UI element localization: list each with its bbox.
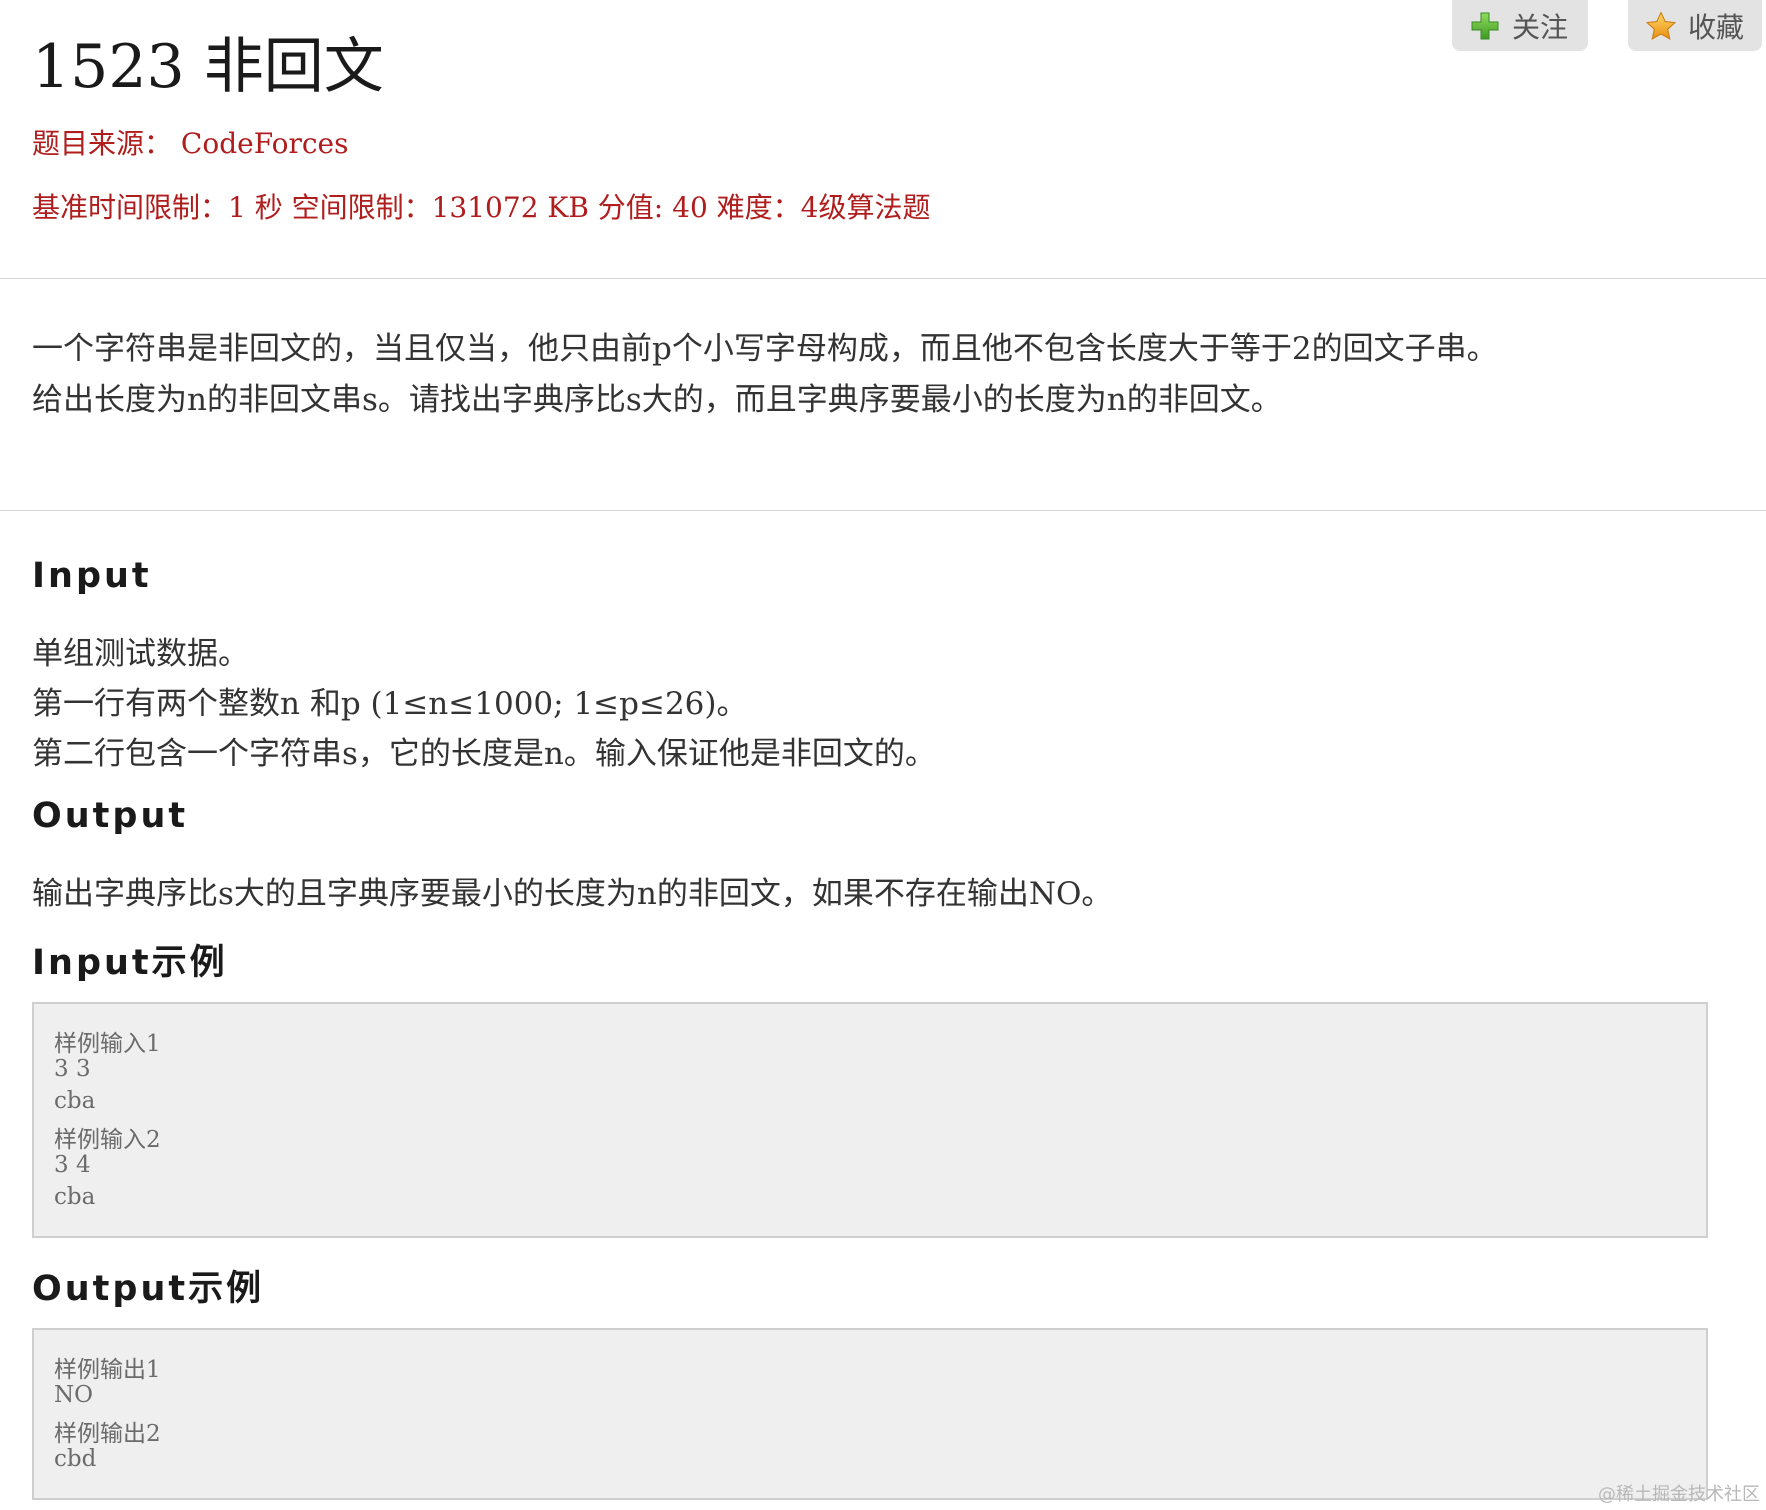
input-line: 第二行包含一个字符串s，它的长度是n。输入保证他是非回文的。 — [32, 736, 936, 772]
page-title: 1523 非回文 — [32, 32, 384, 102]
follow-label: 关注 — [1512, 10, 1569, 44]
watermark: @稀土掘金技术社区 — [1598, 1484, 1760, 1505]
sample-line: NO — [54, 1382, 93, 1408]
source-label: 题目来源： — [32, 127, 173, 160]
input-example-heading: Input示例 — [32, 943, 228, 983]
problem-limits: 基准时间限制：1 秒 空间限制：131072 KB 分值: 40 难度：4级算法… — [32, 191, 931, 224]
problem-source: 题目来源： CodeForces — [32, 122, 348, 162]
description-line: 一个字符串是非回文的，当且仅当，他只由前p个小写字母构成，而且他不包含长度大于等… — [32, 331, 1498, 367]
output-example-heading: Output示例 — [32, 1269, 265, 1309]
follow-button[interactable]: 关注 — [1452, 0, 1588, 51]
favorite-button[interactable]: 收藏 — [1628, 0, 1762, 51]
output-line: 输出字典序比s大的且字典序要最小的长度为n的非回文，如果不存在输出NO。 — [32, 876, 1113, 912]
output-heading: Output — [32, 796, 189, 836]
sample-line: cba — [54, 1184, 96, 1210]
plus-icon — [1471, 12, 1499, 39]
sample-line: 3 4 — [54, 1152, 91, 1178]
sample-line: 3 3 — [54, 1056, 91, 1082]
star-icon — [1646, 10, 1676, 40]
input-line: 第一行有两个整数n 和p (1≤n≤1000; 1≤p≤26)。 — [32, 686, 748, 722]
sample-line: 样例输入1 — [54, 1031, 161, 1057]
input-heading: Input — [32, 556, 152, 596]
sample-line: cba — [54, 1088, 96, 1114]
sample-line: 样例输入2 — [54, 1127, 161, 1153]
problem-header: 1523 非回文 题目来源： CodeForces 基准时间限制：1 秒 空间限… — [0, 0, 1766, 279]
description-line: 给出长度为n的非回文串s。请找出字典序比s大的，而且字典序要最小的长度为n的非回… — [32, 382, 1282, 418]
sample-line: 样例输出2 — [54, 1421, 161, 1447]
problem-description: 一个字符串是非回文的，当且仅当，他只由前p个小写字母构成，而且他不包含长度大于等… — [0, 279, 1766, 511]
sample-line: 样例输出1 — [54, 1357, 161, 1383]
favorite-label: 收藏 — [1688, 10, 1745, 44]
sample-line: cbd — [54, 1446, 97, 1472]
input-line: 单组测试数据。 — [32, 636, 249, 672]
output-example-box[interactable]: 样例输出1 NO 样例输出2 cbd — [32, 1328, 1708, 1500]
source-value[interactable]: CodeForces — [181, 127, 349, 160]
input-example-box[interactable]: 样例输入1 3 3 cba 样例输入2 3 4 cba — [32, 1002, 1708, 1238]
